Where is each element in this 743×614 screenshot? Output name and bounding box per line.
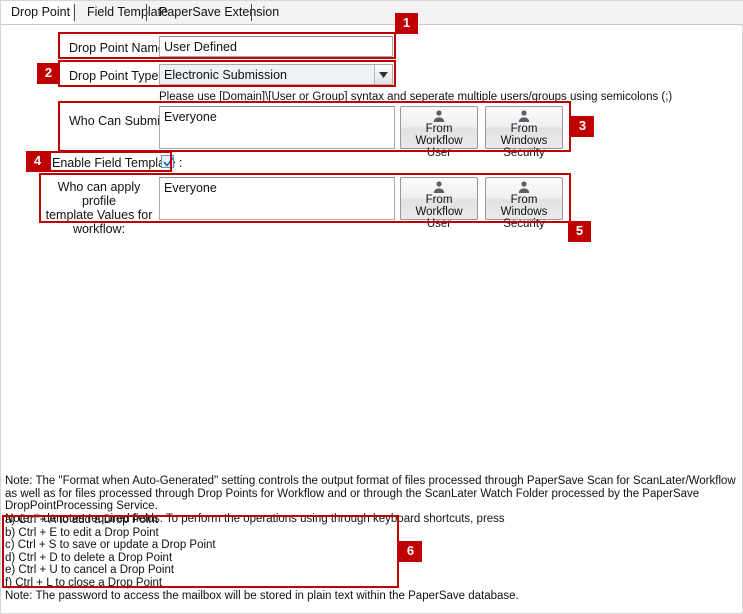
tab-drop-point[interactable]: Drop Point [1, 1, 73, 24]
note-password-plaintext: Note: The password to access the mailbox… [5, 590, 519, 602]
note-password-plaintext-block: Note: The password to access the mailbox… [5, 590, 740, 603]
annotation-badge-5: 5 [568, 221, 591, 242]
who-can-apply-label-line3: workflow: [72, 222, 126, 236]
annotation-box-3 [58, 101, 571, 152]
tab-papersave-extension[interactable]: PaperSave Extension [149, 1, 279, 24]
annotation-box-1 [58, 32, 396, 59]
annotation-box-5 [39, 173, 571, 223]
annotation-badge-2: 2 [37, 63, 60, 84]
tab-field-template[interactable]: Field Template [77, 1, 168, 24]
drop-point-settings-window: Drop Point Field Template PaperSave Exte… [0, 0, 743, 614]
annotation-box-2 [58, 60, 396, 87]
tab-separator-3 [251, 4, 252, 21]
annotation-badge-6: 6 [399, 541, 422, 562]
tab-bar: Drop Point Field Template PaperSave Exte… [1, 1, 743, 25]
annotation-badge-3: 3 [571, 116, 594, 137]
annotation-box-4 [49, 151, 172, 172]
tab-separator-2 [146, 4, 147, 21]
annotation-box-6 [2, 515, 399, 588]
note-format-auto-generated: Note: The "Format when Auto-Generated" s… [5, 475, 736, 513]
annotation-badge-4: 4 [26, 151, 49, 172]
annotation-badge-1: 1 [395, 13, 418, 34]
tab-separator-1 [74, 4, 75, 21]
